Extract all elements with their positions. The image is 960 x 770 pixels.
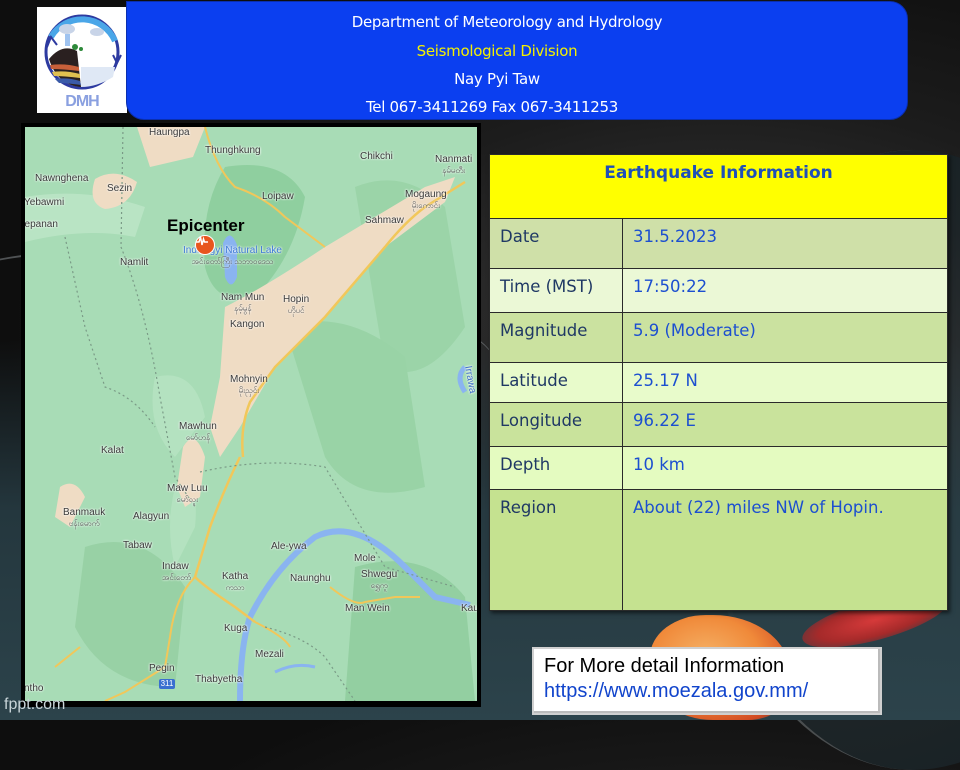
map-label-kuga: Kuga — [224, 623, 248, 634]
row-value: 31.5.2023 — [622, 218, 948, 269]
place-local-name: ကသာ — [225, 583, 245, 592]
map-label-tabaw: Tabaw — [123, 540, 152, 551]
city-name: Nay Pyi Taw — [454, 70, 540, 88]
seismograph-icon — [196, 236, 208, 246]
division-name: Seismological Division — [416, 42, 578, 60]
row-value: 96.22 E — [622, 402, 948, 447]
row-value: 17:50:22 — [622, 268, 948, 313]
map-label-ale-ywa: Ale-ywa — [271, 541, 307, 552]
map-label-chikchi: Chikchi — [360, 151, 393, 162]
map-label-shwegu: Shwegu ရွှေကူ — [361, 569, 397, 592]
epicenter-marker[interactable] — [195, 235, 215, 255]
place-local-name: နမ့်မွန် — [233, 304, 252, 313]
table-row-region: Region About (22) miles NW of Hopin. — [489, 489, 948, 611]
map-label-kau: Kau — [461, 603, 477, 614]
row-label: Latitude — [489, 362, 623, 403]
map-label-mawhun: Mawhun မော်ဟန် — [179, 421, 217, 444]
map-label-man-wein: Man Wein — [345, 603, 390, 614]
map-label-sezin: Sezin — [107, 183, 133, 194]
place-local-name: ရွှေကူ — [370, 581, 388, 590]
map-label-kalat: Kalat — [101, 445, 124, 456]
map-label-namlit: Namlit — [120, 257, 149, 268]
table-row-date: Date 31.5.2023 — [489, 218, 948, 269]
place-name: Nanmati — [435, 154, 473, 165]
place-name: Mawhun — [179, 421, 217, 432]
map-label-haungpa: Haungpa — [149, 127, 190, 138]
place-local-name: ဗန်းမောက် — [68, 519, 100, 528]
place-name: Mogaung — [405, 189, 447, 200]
map-label-mohnyin: Mohnyin မိုးညှင်း — [230, 374, 268, 397]
map-label-hopin: Hopin ဟိုပင် — [283, 294, 309, 317]
map-label-sahmaw: Sahmaw — [365, 215, 404, 226]
map-label-alagyun: Alagyun — [133, 511, 170, 522]
place-local-name: မိုးညှင်း — [238, 386, 260, 395]
map-terrain — [25, 127, 475, 701]
map-label-loipaw: Loipaw — [262, 191, 294, 202]
map-label-mogaung: Mogaung မိုးကောင်း — [405, 189, 447, 212]
row-value: 25.17 N — [622, 362, 948, 403]
map-label-nanmati: Nanmati နမ်မတီး — [435, 154, 472, 177]
moezala-link[interactable]: https://www.moezala.gov.mm/ — [544, 678, 870, 704]
place-local-name: နမ်မတီး — [442, 166, 466, 175]
row-label: Region — [489, 489, 623, 611]
place-name: Hopin — [283, 294, 310, 305]
place-name: Mohnyin — [230, 374, 268, 385]
row-value: 5.9 (Moderate) — [622, 312, 948, 363]
epicenter-map-frame: Haungpa Thunghkung Chikchi Nanmati နမ်မတီ… — [21, 123, 481, 707]
map-label-thabyetha: Thabyetha — [195, 674, 243, 685]
place-local-name: မိုးကောင်း — [411, 201, 441, 210]
row-value: About (22) miles NW of Hopin. — [622, 489, 948, 611]
epicenter-label: Epicenter — [167, 216, 245, 235]
map-label-naunghu: Naunghu — [290, 573, 331, 584]
contact-info: Tel 067-3411269 Fax 067-3411253 — [365, 98, 619, 116]
row-label: Longitude — [489, 402, 623, 447]
map-label-nam-mun: Nam Mun နမ့်မွန် — [221, 292, 264, 315]
row-value: 10 km — [622, 446, 948, 490]
map-label-banmauk: Banmauk ဗန်းမောက် — [63, 507, 105, 530]
earthquake-info-table: Earthquake Information Date 31.5.2023 Ti… — [489, 154, 948, 611]
department-name: Department of Meteorology and Hydrology — [351, 13, 663, 31]
place-name: Katha — [222, 571, 249, 582]
row-label: Magnitude — [489, 312, 623, 363]
place-name: Banmauk — [63, 507, 106, 518]
header-banner: Department of Meteorology and Hydrology … — [126, 1, 908, 120]
place-local-name: အင်းတော်ကြီး သဘာဝဒေသ — [191, 257, 274, 266]
map-label-indaw: Indaw အင်းတော် — [162, 561, 191, 584]
map-label-pinlebu: ntho — [25, 683, 44, 694]
place-local-name: မော်လူး — [176, 495, 199, 504]
row-label: Date — [489, 218, 623, 269]
place-local-name: မော်ဟန် — [185, 433, 210, 442]
place-local-name: ဟိုပင် — [287, 306, 305, 315]
more-info-title: For More detail Information — [544, 655, 785, 677]
place-name: Shwegu — [361, 569, 398, 580]
more-info-box: For More detail Information https://www.… — [532, 647, 882, 715]
map-label-lepanan: Lepanan — [25, 219, 58, 230]
table-row-depth: Depth 10 km — [489, 446, 948, 490]
map-label-katha: Katha ကသာ — [222, 571, 248, 594]
fppt-watermark: fppt.com — [4, 696, 66, 713]
map-label-maw-luu: Maw Luu မော်လူး — [167, 483, 208, 506]
map-label-nawnghena: Nawnghena — [35, 173, 89, 184]
row-label: Time (MST) — [489, 268, 623, 313]
map-label-yebawmi: Yebawmi — [25, 197, 65, 208]
place-local-name: အင်းတော် — [162, 573, 192, 582]
table-row-magnitude: Magnitude 5.9 (Moderate) — [489, 312, 948, 363]
place-name: Nam Mun — [221, 292, 265, 303]
table-title: Earthquake Information — [489, 154, 948, 219]
map-label-kangon: Kangon — [230, 319, 265, 330]
epicenter-map[interactable]: Haungpa Thunghkung Chikchi Nanmati နမ်မတီ… — [25, 127, 477, 701]
map-label-mole: Mole — [354, 553, 376, 564]
table-row-time: Time (MST) 17:50:22 — [489, 268, 948, 313]
table-row-latitude: Latitude 25.17 N — [489, 362, 948, 403]
map-label-thunghkung: Thunghkung — [205, 145, 261, 156]
map-label-pegin: Pegin — [149, 663, 175, 674]
place-name: Maw Luu — [167, 483, 208, 494]
route-311-badge: 311 — [159, 679, 175, 689]
map-label-mezali: Mezali — [255, 649, 284, 660]
table-row-longitude: Longitude 96.22 E — [489, 402, 948, 447]
row-label: Depth — [489, 446, 623, 490]
place-name: Indaw — [162, 561, 189, 572]
